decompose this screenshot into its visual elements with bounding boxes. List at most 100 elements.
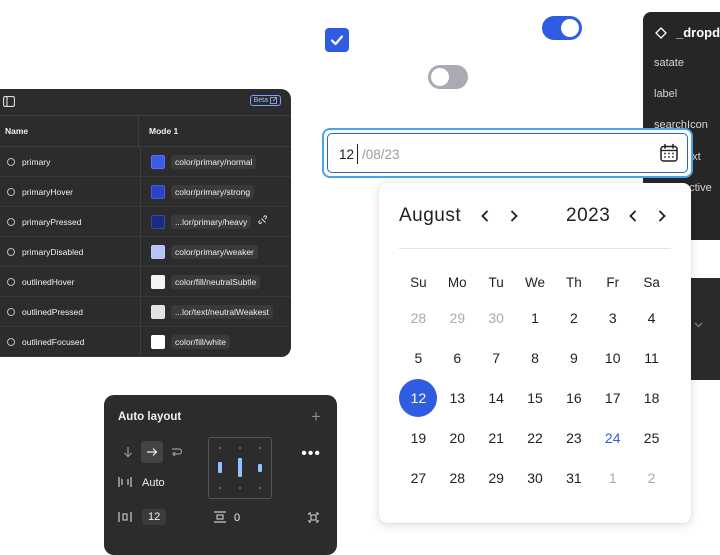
dropdown-item-satate[interactable]: satate: [654, 57, 684, 69]
arrow-right-icon: [147, 448, 158, 456]
table-row[interactable]: outlinedFocused color/fill/white: [0, 327, 291, 357]
calendar-day[interactable]: 13: [438, 379, 477, 417]
calendar-day[interactable]: 28: [438, 459, 477, 497]
checkbox-checked[interactable]: [325, 28, 349, 52]
variable-value-cell[interactable]: ...lor/primary/heavy: [141, 214, 252, 229]
alias-chip[interactable]: color/fill/white: [171, 334, 231, 349]
calendar-day[interactable]: 15: [516, 379, 555, 417]
column-header-mode[interactable]: Mode 1: [139, 126, 178, 136]
weekday-label: Sa: [643, 275, 660, 290]
alias-chip[interactable]: color/primary/strong: [171, 184, 255, 199]
calendar-day-number: 30: [527, 469, 543, 486]
dropdown-item-label[interactable]: label: [654, 88, 677, 100]
vertical-padding-icon: [214, 511, 226, 523]
calendar-day[interactable]: 28: [399, 299, 438, 337]
table-row[interactable]: outlinedHover color/fill/neutralSubtle: [0, 267, 291, 297]
calendar-day[interactable]: 14: [477, 379, 516, 417]
alignment-grid[interactable]: [208, 437, 272, 499]
calendar-day[interactable]: 19: [399, 419, 438, 457]
calendar-day-today[interactable]: 24: [593, 419, 632, 457]
calendar-day[interactable]: 1: [593, 459, 632, 497]
calendar-day[interactable]: 6: [438, 339, 477, 377]
add-icon[interactable]: +: [311, 407, 321, 427]
wrap-direction-button[interactable]: [165, 441, 187, 463]
calendar-day[interactable]: 8: [516, 339, 555, 377]
next-year-button[interactable]: [654, 207, 670, 225]
next-month-button[interactable]: [506, 207, 522, 225]
table-row[interactable]: outlinedPressed ...lor/text/neutralWeake…: [0, 297, 291, 327]
auto-layout-panel: Auto layout + ••• Auto 12 0: [104, 395, 337, 555]
calendar-day[interactable]: 9: [554, 339, 593, 377]
calendar-day[interactable]: 22: [516, 419, 555, 457]
calendar-day[interactable]: 29: [438, 299, 477, 337]
toggle-off[interactable]: [428, 65, 468, 89]
wrap-arrow-icon: [172, 448, 182, 457]
alias-chip[interactable]: color/primary/weaker: [171, 244, 258, 259]
table-row[interactable]: primaryPressed ...lor/primary/heavy: [0, 207, 291, 237]
weekday-label: Mo: [447, 275, 467, 290]
table-row[interactable]: primaryDisabled color/primary/weaker: [0, 237, 291, 267]
alias-chip[interactable]: color/primary/normal: [171, 154, 257, 169]
clip-content-icon[interactable]: [307, 511, 320, 524]
alias-chip[interactable]: color/fill/neutralSubtle: [171, 274, 261, 289]
calendar-week: 12 13 14 15 16 17 18: [399, 378, 671, 417]
variable-value-cell[interactable]: ...lor/text/neutralWeakest: [141, 304, 273, 319]
more-options-icon[interactable]: •••: [301, 445, 321, 463]
calendar-icon[interactable]: [659, 143, 679, 163]
vertical-padding-input[interactable]: 0: [234, 512, 240, 524]
calendar-day-number: 8: [531, 349, 539, 366]
vertical-direction-button[interactable]: [117, 441, 139, 463]
variable-value-cell[interactable]: color/primary/normal: [141, 154, 257, 169]
calendar-day[interactable]: 29: [477, 459, 516, 497]
calendar-day[interactable]: 1: [516, 299, 555, 337]
calendar-day[interactable]: 2: [554, 299, 593, 337]
calendar-day[interactable]: 10: [593, 339, 632, 377]
calendar-day[interactable]: 4: [632, 299, 671, 337]
spacing-mode-value[interactable]: Auto: [142, 477, 165, 489]
horizontal-direction-button[interactable]: [141, 441, 163, 463]
dropdown-header[interactable]: _dropdo: [643, 12, 720, 40]
sidebar-toggle-icon[interactable]: [3, 96, 15, 107]
toggle-on[interactable]: [542, 16, 582, 40]
calendar-day[interactable]: 20: [438, 419, 477, 457]
calendar-day[interactable]: 16: [554, 379, 593, 417]
color-swatch: [151, 184, 165, 199]
prev-month-button[interactable]: [477, 207, 493, 225]
horizontal-padding-input[interactable]: 12: [142, 509, 167, 525]
calendar-day[interactable]: 21: [477, 419, 516, 457]
calendar-day[interactable]: 2: [632, 459, 671, 497]
variable-name-cell: primary: [0, 147, 141, 176]
variable-value-cell[interactable]: color/primary/weaker: [141, 244, 258, 259]
calendar-day[interactable]: 25: [632, 419, 671, 457]
table-row[interactable]: primary color/primary/normal: [0, 147, 291, 177]
variable-value-cell[interactable]: color/primary/strong: [141, 184, 255, 199]
calendar-day-number: 22: [527, 429, 543, 446]
variable-value-cell[interactable]: color/fill/neutralSubtle: [141, 274, 261, 289]
chevron-down-icon: [694, 322, 703, 328]
calendar-day[interactable]: 7: [477, 339, 516, 377]
date-picker-popup: August 2023 Su Mo Tu We Th Fr Sa 28 29 30 1 2 3 4 5 6 7…: [379, 183, 691, 523]
calendar-day[interactable]: 5: [399, 339, 438, 377]
calendar-day-number: 5: [414, 349, 423, 366]
calendar-day-number: 24: [604, 429, 621, 446]
calendar-day[interactable]: 3: [593, 299, 632, 337]
alias-chip[interactable]: ...lor/text/neutralWeakest: [171, 304, 273, 319]
calendar-day[interactable]: 23: [554, 419, 593, 457]
date-input-field[interactable]: 12 /08/23: [322, 128, 693, 178]
calendar-day[interactable]: 27: [399, 459, 438, 497]
variable-value-cell[interactable]: color/fill/white: [141, 334, 231, 349]
calendar-day[interactable]: 11: [632, 339, 671, 377]
calendar-day[interactable]: 30: [477, 299, 516, 337]
calendar-day-selected[interactable]: 12: [399, 378, 438, 417]
calendar-day[interactable]: 30: [516, 459, 555, 497]
calendar-day[interactable]: 18: [632, 379, 671, 417]
prev-year-button[interactable]: [625, 207, 641, 225]
table-row[interactable]: primaryHover color/primary/strong: [0, 177, 291, 207]
alias-chip[interactable]: ...lor/primary/heavy: [171, 214, 252, 229]
calendar-day-number: 20: [449, 429, 466, 446]
calendar-day[interactable]: 31: [554, 459, 593, 497]
detach-alias-icon[interactable]: [258, 215, 269, 226]
calendar-day[interactable]: 17: [593, 379, 632, 417]
variable-name: outlinedHover: [22, 276, 75, 287]
beta-badge[interactable]: Beta: [249, 95, 281, 106]
